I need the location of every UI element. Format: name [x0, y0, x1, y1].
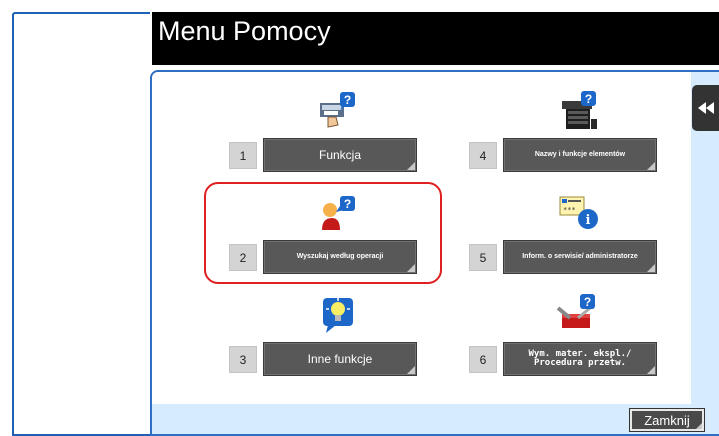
menu-item-3: 3 Inne funkcje — [229, 342, 417, 376]
consumables-procedure-button[interactable]: Wym. mater. ekspl./ Procedura przetw. — [503, 342, 657, 376]
function-help-icon[interactable]: ? — [316, 89, 360, 133]
service-admin-info-button[interactable]: Inform. o serwisie/ administratorze — [503, 240, 657, 274]
close-button[interactable]: Zamknij — [629, 408, 705, 432]
page-title: Menu Pomocy — [158, 16, 331, 46]
parts-names-button[interactable]: Nazwy i funkcje elementów — [503, 138, 657, 172]
menu-item-4: 4 Nazwy i funkcje elementów — [469, 138, 657, 172]
svg-text:***: *** — [563, 206, 576, 214]
menu-item-number: 3 — [229, 346, 257, 373]
svg-text:?: ? — [585, 92, 592, 106]
search-by-operation-button[interactable]: Wyszukaj według operacji — [263, 240, 417, 274]
menu-item-1: 1 Funkcja — [229, 138, 417, 172]
lightbulb-icon[interactable] — [320, 293, 364, 337]
menu-item-6: 6 Wym. mater. ekspl./ Procedura przetw. — [469, 342, 657, 376]
device-parts-help-icon[interactable]: ? — [559, 89, 603, 133]
toolbox-icon[interactable]: ? — [556, 292, 600, 336]
title-bar: Menu Pomocy — [152, 12, 719, 65]
function-button[interactable]: Funkcja — [263, 138, 417, 172]
svg-text:?: ? — [584, 295, 591, 309]
left-panel — [12, 12, 150, 436]
close-button-label: Zamknij — [632, 411, 702, 429]
menu-item-5: 5 Inform. o serwisie/ administratorze — [469, 240, 657, 274]
menu-item-number: 6 — [469, 346, 497, 373]
menu-item-number: 5 — [469, 244, 497, 271]
menu-item-2: 2 Wyszukaj według operacji — [229, 240, 417, 274]
collapse-panel-tab[interactable] — [692, 85, 719, 131]
svg-text:i: i — [586, 213, 591, 228]
other-functions-button[interactable]: Inne funkcje — [263, 342, 417, 376]
svg-text:?: ? — [344, 93, 351, 107]
menu-item-number: 2 — [229, 244, 257, 271]
double-chevron-left-icon — [697, 102, 714, 114]
service-info-icon[interactable]: *** i — [558, 193, 602, 237]
menu-item-number: 4 — [469, 142, 497, 169]
menu-item-number: 1 — [229, 142, 257, 169]
